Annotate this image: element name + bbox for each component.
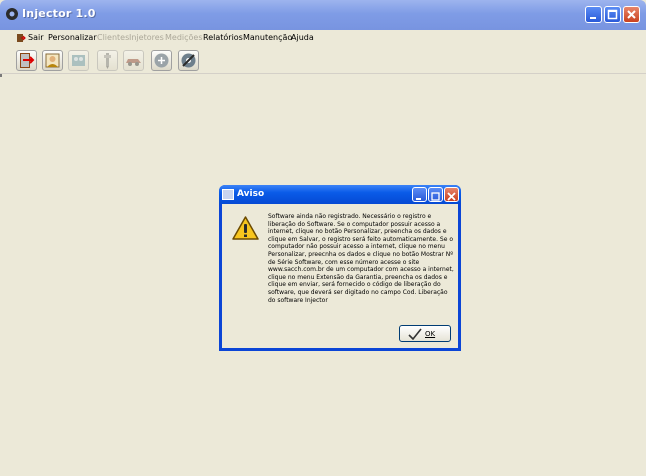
menu-injetores[interactable]: Injetores: [129, 33, 164, 42]
toolbar-clients-button[interactable]: [68, 50, 89, 71]
menu-clientes[interactable]: Clientes: [97, 33, 129, 42]
dialog-maximize-button[interactable]: [428, 187, 443, 202]
close-button[interactable]: [623, 6, 640, 23]
dialog-message: Software ainda não registrado. Necessári…: [268, 213, 454, 304]
dialog-title-bar[interactable]: Aviso: [219, 185, 461, 204]
dialog-close-button[interactable]: [444, 187, 459, 202]
exit-menu-icon: [17, 34, 26, 42]
menu-personalizar[interactable]: Personalizar: [48, 33, 97, 42]
menu-manutencao[interactable]: Manutenção: [243, 33, 292, 42]
app-icon: [6, 8, 18, 20]
main-window: Injector 1.0 Sair Personalizar Clientes …: [0, 0, 646, 476]
warning-icon: [232, 216, 259, 240]
minimize-icon: [416, 198, 421, 200]
menu-sair[interactable]: Sair: [28, 33, 44, 42]
dialog-body: Software ainda não registrado. Necessári…: [222, 204, 458, 348]
checkmark-pen-icon: [408, 328, 422, 340]
dialog-title: Aviso: [237, 189, 265, 199]
exit-door-icon: [20, 53, 35, 68]
minimize-button[interactable]: [585, 6, 602, 23]
maximize-icon: [607, 9, 618, 20]
car-icon: [126, 59, 141, 66]
maximize-button[interactable]: [604, 6, 621, 23]
window-title: Injector 1.0: [22, 7, 96, 20]
close-icon: [447, 192, 456, 201]
user-personalize-icon: [45, 53, 60, 68]
toolbar-report-button[interactable]: [151, 50, 172, 71]
minimize-icon: [590, 17, 596, 19]
menu-relatorios[interactable]: Relatórios: [203, 33, 243, 42]
dialog-minimize-button[interactable]: [412, 187, 427, 202]
toolbar-personalize-button[interactable]: [42, 50, 63, 71]
title-bar[interactable]: Injector 1.0: [0, 0, 646, 30]
dialog-window-icon: [222, 189, 234, 200]
toolbar-exit-button[interactable]: [16, 50, 37, 71]
close-icon: [627, 10, 636, 19]
maximize-icon: [431, 192, 440, 201]
warning-dialog: Aviso Software ainda não registrado. Nec…: [219, 185, 461, 351]
injector-icon: [104, 53, 111, 69]
menu-medicoes[interactable]: Medições: [165, 33, 203, 42]
toolbar: [0, 47, 646, 74]
menu-ajuda[interactable]: Ajuda: [291, 33, 314, 42]
report-icon: [154, 53, 169, 68]
toolbar-injector-button[interactable]: [97, 50, 118, 71]
menu-bar: Sair Personalizar Clientes Injetores Med…: [0, 30, 646, 47]
toolbar-maintenance-button[interactable]: [178, 50, 199, 71]
clients-icon: [72, 55, 85, 66]
maintenance-icon: [181, 53, 196, 68]
toolbar-car-button[interactable]: [123, 50, 144, 71]
ok-button[interactable]: OK: [399, 325, 451, 342]
ok-button-label: OK: [425, 330, 436, 338]
